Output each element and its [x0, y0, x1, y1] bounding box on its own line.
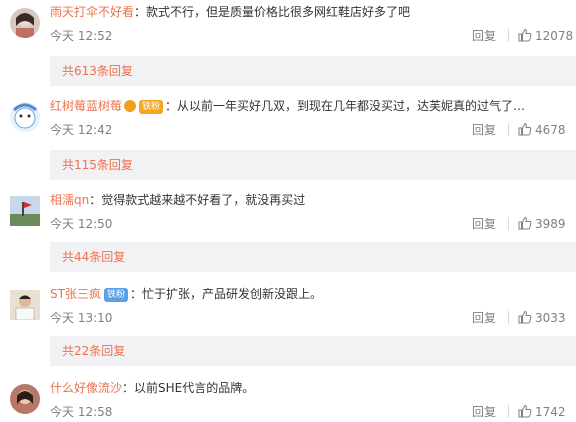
comment-time: 今天 12:52	[50, 29, 113, 43]
username-link[interactable]: 什么好像流沙	[50, 381, 122, 395]
like-button[interactable]: 3033	[518, 310, 566, 326]
reply-button[interactable]: 回复	[472, 122, 496, 138]
divider	[508, 29, 509, 42]
divider	[508, 311, 509, 324]
avatar[interactable]	[10, 8, 40, 38]
comment-time: 今天 12:50	[50, 217, 113, 231]
fan-badge: 铁粉	[103, 288, 128, 302]
avatar-girl-icon	[10, 8, 40, 38]
thumbs-up-icon	[518, 310, 532, 324]
avatar-cartoon-icon	[10, 102, 40, 132]
thumbs-up-icon	[518, 216, 532, 230]
comment-header: 红树莓蓝树莓 铁粉 ：从以前一年买好几双，到现在几年都没买过，达芙妮真的过气了…	[50, 98, 525, 114]
thumbs-up-icon	[518, 122, 532, 136]
like-count: 3989	[535, 217, 566, 231]
more-replies-bar[interactable]: 共613条回复	[50, 56, 576, 86]
avatar-person-icon	[10, 290, 40, 320]
avatar[interactable]	[10, 102, 40, 132]
like-count: 4678	[535, 123, 566, 137]
comment-time: 今天 12:42	[50, 123, 113, 137]
reply-button[interactable]: 回复	[472, 404, 496, 420]
thumbs-up-icon	[518, 404, 532, 418]
comment-text: ：忙于扩张，产品研发创新没跟上。	[129, 287, 322, 301]
more-replies-link[interactable]: 共115条回复	[62, 157, 133, 173]
avatar[interactable]	[10, 290, 40, 320]
avatar[interactable]	[10, 384, 40, 414]
reply-button[interactable]: 回复	[472, 216, 496, 232]
avatar-landscape-icon	[10, 196, 40, 226]
comment-text: ：款式不行，但是质量价格比很多网红鞋店好多了吧	[134, 5, 411, 19]
comment-header: 相濡qn：觉得款式越来越不好看了，就没再买过	[50, 192, 305, 208]
comment-text: ：以前SHE代言的品牌。	[122, 381, 255, 395]
divider	[508, 217, 509, 230]
like-button[interactable]: 1742	[518, 404, 566, 420]
username-link[interactable]: ST张三疯	[50, 287, 101, 301]
more-replies-bar[interactable]: 共115条回复	[50, 150, 576, 180]
more-replies-link[interactable]: 共44条回复	[62, 249, 125, 265]
comment-time: 今天 12:58	[50, 405, 113, 419]
comment-text: ：觉得款式越来越不好看了，就没再买过	[89, 193, 306, 207]
like-button[interactable]: 4678	[518, 122, 566, 138]
reply-button[interactable]: 回复	[472, 310, 496, 326]
more-replies-link[interactable]: 共613条回复	[62, 63, 133, 79]
divider	[508, 123, 509, 136]
comment-text: ：从以前一年买好几双，到现在几年都没买过，达芙妮真的过气了…	[165, 99, 526, 113]
fan-medal-icon	[124, 100, 137, 112]
comment-time: 今天 13:10	[50, 311, 113, 325]
like-button[interactable]: 12078	[518, 28, 573, 44]
like-count: 12078	[535, 29, 574, 43]
reply-button[interactable]: 回复	[472, 28, 496, 44]
username-link[interactable]: 雨天打伞不好看	[50, 5, 134, 19]
more-replies-bar[interactable]: 共44条回复	[50, 242, 576, 272]
avatar-photo-icon	[10, 384, 40, 414]
username-link[interactable]: 红树莓蓝树莓	[50, 99, 122, 113]
username-link[interactable]: 相濡qn	[50, 193, 89, 207]
like-button[interactable]: 3989	[518, 216, 566, 232]
divider	[508, 405, 509, 418]
like-count: 1742	[535, 405, 566, 419]
avatar[interactable]	[10, 196, 40, 226]
comment-header: 什么好像流沙：以前SHE代言的品牌。	[50, 380, 254, 396]
more-replies-bar[interactable]: 共22条回复	[50, 336, 576, 366]
comment-header: 雨天打伞不好看：款式不行，但是质量价格比很多网红鞋店好多了吧	[50, 4, 410, 20]
comment-header: ST张三疯 铁粉 ：忙于扩张，产品研发创新没跟上。	[50, 286, 322, 302]
fan-badge: 铁粉	[139, 100, 164, 114]
more-replies-link[interactable]: 共22条回复	[62, 343, 125, 359]
like-count: 3033	[535, 311, 566, 325]
thumbs-up-icon	[518, 28, 532, 42]
